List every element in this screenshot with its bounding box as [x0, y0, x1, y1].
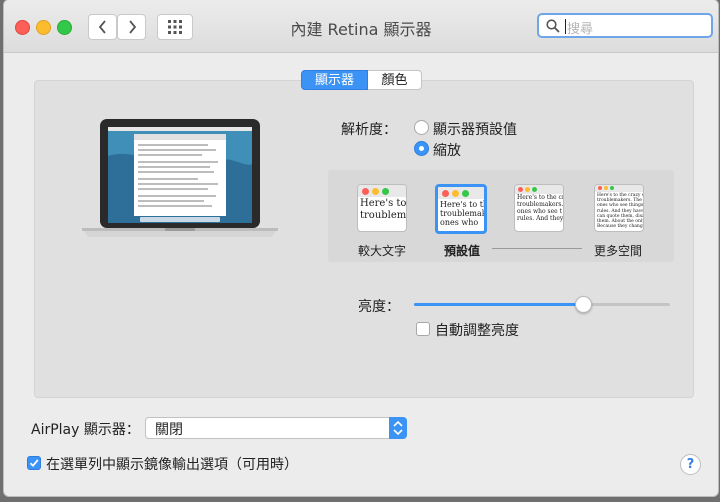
- mirroring-label[interactable]: 在選單列中顯示鏡像輸出選項（可用時）: [46, 454, 298, 474]
- resolution-label: 解析度：: [341, 122, 397, 138]
- updown-arrows-icon: [393, 420, 403, 436]
- select-stepper[interactable]: [389, 417, 407, 439]
- scale-option-more-space-1[interactable]: Here's to the cr troublemakers. ones who…: [514, 184, 564, 232]
- preferences-window: 內建 Retina 顯示器 搜尋 顯示器 顏色 解析度： 顯示器預設值 縮放 H…: [4, 0, 718, 496]
- airplay-value: 關閉: [155, 422, 183, 438]
- radio-scaled-label[interactable]: 縮放: [433, 140, 461, 160]
- caption-default: 預設值: [443, 244, 480, 258]
- scale-option-more-space[interactable]: Here's to the crazy one troublemakers. T…: [594, 184, 644, 232]
- search-placeholder: 搜尋: [567, 22, 594, 37]
- search-input[interactable]: 搜尋: [537, 13, 713, 38]
- checkmark-icon: [29, 459, 39, 468]
- auto-brightness-label[interactable]: 自動調整亮度: [435, 320, 519, 340]
- text-caret: [565, 19, 566, 34]
- brightness-knob[interactable]: [574, 296, 592, 313]
- title-bar: 內建 Retina 顯示器 搜尋: [4, 0, 718, 53]
- mirroring-checkbox[interactable]: [27, 456, 41, 470]
- radio-scaled[interactable]: [414, 141, 429, 156]
- scale-track: [492, 248, 582, 249]
- caption-larger-text: 較大文字: [357, 244, 406, 258]
- brightness-label: 亮度：: [358, 299, 400, 315]
- help-icon: ?: [686, 457, 695, 472]
- scale-option-default[interactable]: Here's to the troublemak ones who: [435, 184, 487, 234]
- scale-preview-text: Here's to the cr troublemakers. ones who…: [517, 194, 564, 222]
- brightness-fill: [414, 303, 583, 306]
- scale-preview-text: Here's to troublem: [360, 198, 407, 221]
- airplay-select[interactable]: 關閉: [145, 417, 407, 439]
- brightness-slider[interactable]: [414, 296, 670, 313]
- airplay-label: AirPlay 顯示器：: [31, 422, 140, 438]
- laptop-icon: [82, 119, 278, 237]
- scale-preview-text: Here's to the crazy one troublemakers. T…: [597, 193, 644, 230]
- radio-default[interactable]: [414, 120, 429, 135]
- search-icon: [546, 19, 560, 33]
- scale-option-larger-text[interactable]: Here's to troublem: [357, 184, 407, 232]
- scale-preview-text: Here's to the troublemak ones who: [440, 200, 487, 228]
- caption-more-space: 更多空間: [593, 244, 642, 258]
- help-button[interactable]: ?: [680, 454, 701, 475]
- auto-brightness-checkbox[interactable]: [416, 322, 430, 336]
- radio-default-label[interactable]: 顯示器預設值: [433, 119, 517, 139]
- radio-dot: [419, 146, 424, 151]
- tab-color[interactable]: 顏色: [368, 70, 422, 90]
- tab-display[interactable]: 顯示器: [301, 70, 368, 90]
